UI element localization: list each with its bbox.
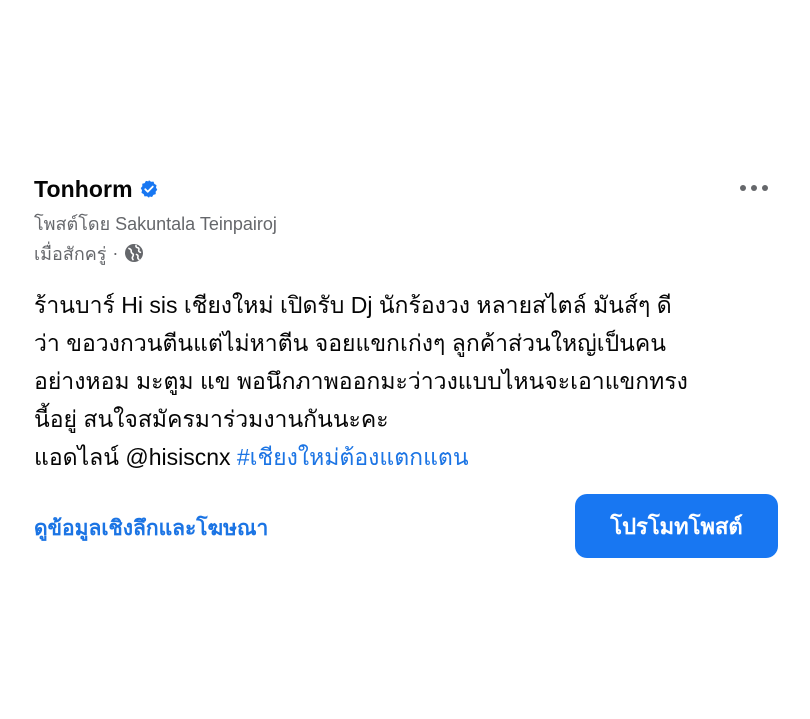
message-line: อย่างหอม มะตูม แข พอนึกภาพออกมะว่าวงแบบไ… xyxy=(34,368,688,394)
hashtag-link[interactable]: #เชียงใหม่ต้องแตกแตน xyxy=(237,444,469,470)
globe-icon[interactable] xyxy=(124,243,144,263)
post-message: ร้านบาร์ Hi sis เชียงใหม่ เปิดรับ Dj นัก… xyxy=(34,286,779,476)
post-meta: เมื่อสักครู่ · xyxy=(34,240,776,266)
more-horizontal-icon xyxy=(762,185,768,191)
contact-line: แอดไลน์ @hisiscnx #เชียงใหม่ต้องแตกแตน xyxy=(34,438,779,476)
page-name[interactable]: Tonhorm xyxy=(34,176,133,203)
more-horizontal-icon xyxy=(751,185,757,191)
more-options-button[interactable] xyxy=(736,176,772,200)
contact-text: แอดไลน์ @hisiscnx xyxy=(34,444,237,470)
message-line: ร้านบาร์ Hi sis เชียงใหม่ เปิดรับ Dj นัก… xyxy=(34,292,672,318)
post-header: Tonhorm โพสต์โดย Sakuntala Teinpairoj เม… xyxy=(34,172,776,266)
posted-by: โพสต์โดย Sakuntala Teinpairoj xyxy=(34,214,277,234)
promote-post-button[interactable]: โปรโมทโพสต์ xyxy=(575,494,778,558)
post-timestamp[interactable]: เมื่อสักครู่ xyxy=(34,239,106,268)
message-line: ว่า ขอวงกวนตีนแต่ไม่หาตีน จอยแขกเก่งๆ ลู… xyxy=(34,330,667,356)
message-line: นี้อยู่ สนใจสมัครมาร่วมงานกันนะคะ xyxy=(34,406,389,432)
view-insights-link[interactable]: ดูข้อมูลเชิงลึกและโฆษณา xyxy=(34,512,268,545)
page-name-row: Tonhorm xyxy=(34,172,776,206)
post-footer: ดูข้อมูลเชิงลึกและโฆษณา โปรโมทโพสต์ xyxy=(34,494,778,558)
meta-separator: · xyxy=(112,242,119,263)
more-horizontal-icon xyxy=(740,185,746,191)
post-card: Tonhorm โพสต์โดย Sakuntala Teinpairoj เม… xyxy=(0,0,810,719)
verified-badge-icon xyxy=(140,180,157,198)
